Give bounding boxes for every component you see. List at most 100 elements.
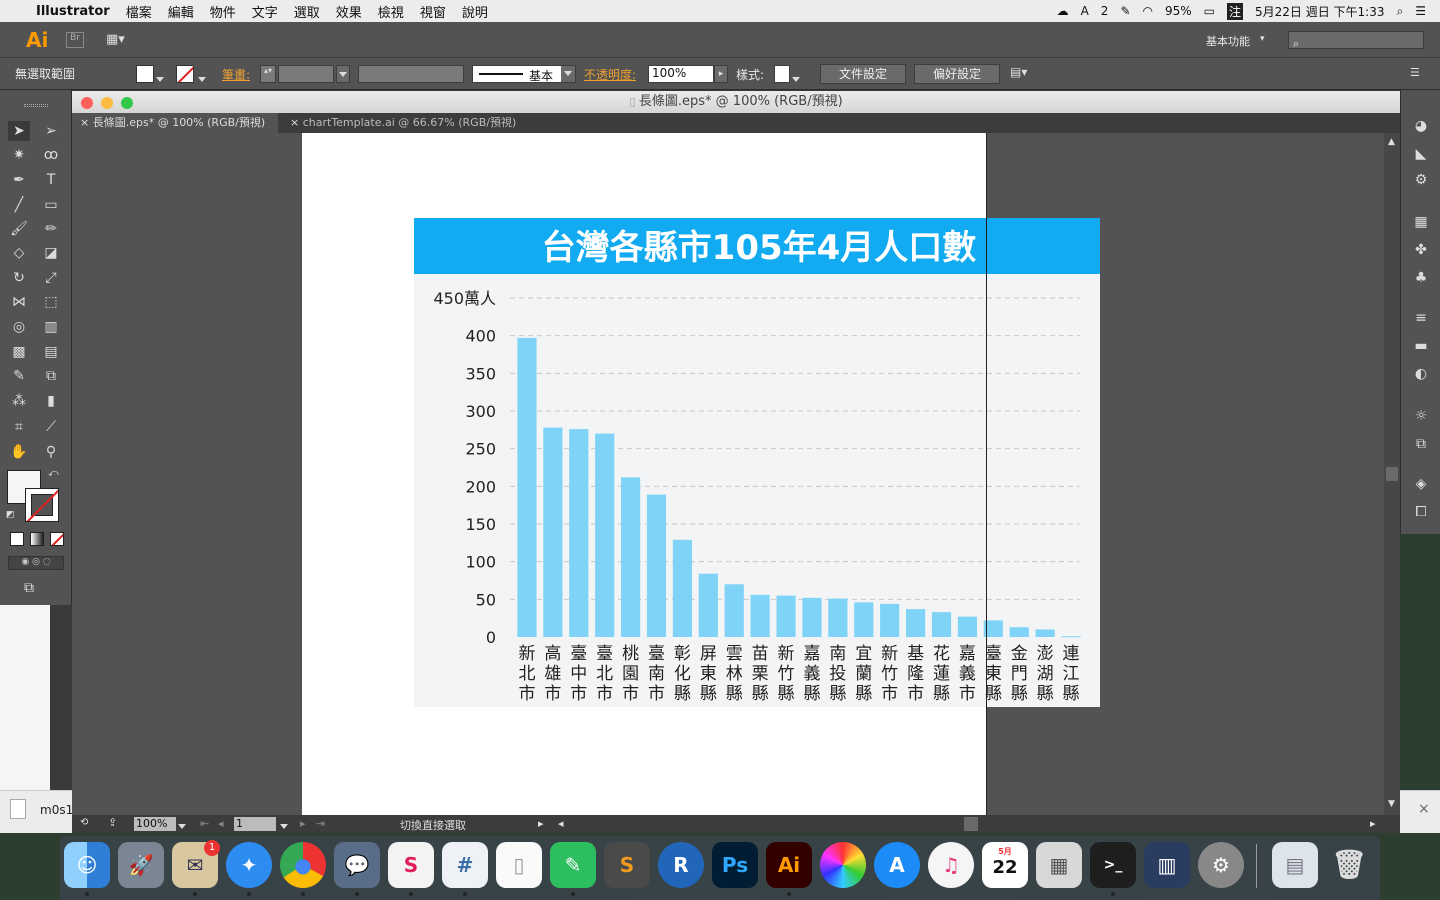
style-dropdown[interactable] — [792, 71, 800, 85]
tab-close-icon[interactable]: × — [290, 116, 299, 129]
tab-bar-chart[interactable]: × 長條圖.eps* @ 100% (RGB/預視) — [72, 113, 278, 133]
selection-tool-icon[interactable]: ➤ — [8, 121, 30, 141]
gradient-tool-icon[interactable]: ▤ — [40, 342, 62, 362]
shape-builder-tool-icon[interactable]: ◎ — [8, 317, 30, 337]
menu-app[interactable]: Illustrator — [36, 4, 110, 19]
rotate-tool-icon[interactable]: ↻ — [8, 268, 30, 288]
recolor-icon[interactable]: ⚙ — [1411, 172, 1431, 190]
stroke-swatch[interactable] — [176, 65, 194, 83]
color-mode-icon[interactable] — [10, 532, 24, 546]
system-preferences-icon[interactable]: ⚙ — [1198, 842, 1244, 888]
bar-chart[interactable]: 台灣各縣市105年4月人口數 0 50 100 150 200 250 300 350 400 45… — [414, 218, 1100, 707]
symbols-icon[interactable]: ♣ — [1411, 270, 1431, 288]
cloud-icon[interactable]: ☁ — [1057, 4, 1069, 18]
fill-swatch[interactable] — [136, 65, 154, 83]
menu-object[interactable]: 物件 — [210, 2, 236, 21]
tools-grip[interactable] — [24, 104, 48, 107]
scroll-down-icon[interactable]: ▼ — [1388, 799, 1395, 809]
minimize-window-button[interactable] — [101, 97, 113, 109]
sublime-icon[interactable]: S — [604, 842, 650, 888]
launchpad-icon[interactable]: 🚀 — [118, 842, 164, 888]
search-icon[interactable]: ⌕ — [1397, 4, 1404, 19]
paintbrush-tool-icon[interactable]: 🖌 — [8, 219, 30, 239]
calculator-icon[interactable]: ▦ — [1036, 842, 1082, 888]
transparency-icon[interactable]: ◐ — [1411, 366, 1431, 384]
textedit-icon[interactable]: ▯ — [496, 842, 542, 888]
layers-icon[interactable]: ◈ — [1411, 476, 1431, 494]
help-search-input[interactable]: ⌕ — [1288, 31, 1424, 50]
terminal-icon[interactable]: >_ — [1090, 842, 1136, 888]
magic-wand-tool-icon[interactable]: ✷ — [8, 145, 30, 165]
swap-colors-icon[interactable]: ⤺ — [48, 468, 59, 479]
eraser-tool-icon[interactable]: ◪ — [40, 243, 62, 263]
menu-edit[interactable]: 編輯 — [168, 2, 194, 21]
menu-type[interactable]: 文字 — [252, 2, 278, 21]
hand-tool-icon[interactable]: ✋ — [8, 442, 30, 462]
line-tool-icon[interactable]: ╱ — [8, 195, 30, 215]
file-icon[interactable] — [10, 799, 26, 819]
canvas[interactable]: 台灣各縣市105年4月人口數 0 50 100 150 200 250 300 350 400 45… — [72, 133, 1384, 815]
prev-artboard-icon[interactable]: ◂ — [218, 817, 224, 830]
app-store-icon[interactable]: A — [874, 842, 920, 888]
first-artboard-icon[interactable]: ⇤ — [200, 817, 209, 830]
default-colors-icon[interactable]: ◩ — [6, 510, 15, 520]
tab-chart-template[interactable]: × chartTemplate.ai @ 66.67% (RGB/預視) — [282, 113, 522, 133]
trash-icon[interactable]: 🗑 — [1326, 842, 1372, 888]
swatches-icon[interactable]: ▦ — [1411, 214, 1431, 232]
zoom-input[interactable]: 100% — [134, 817, 176, 831]
export-icon[interactable]: ⇪ — [108, 816, 117, 829]
width-tool-icon[interactable]: ⋈ — [8, 292, 30, 312]
color-panel-icon[interactable]: ◕ — [1411, 118, 1431, 136]
activity-icon[interactable]: ▥ — [1144, 842, 1190, 888]
close-icon[interactable]: × — [1418, 801, 1430, 817]
menu-select[interactable]: 選取 — [294, 2, 320, 21]
clock[interactable]: 5月22日 週日 下午1:33 — [1255, 3, 1384, 20]
last-artboard-icon[interactable]: ⇥ — [316, 817, 325, 830]
messages-icon[interactable]: 💬 — [334, 842, 380, 888]
list-icon[interactable]: ☰ — [1415, 4, 1426, 18]
bridge-icon[interactable]: Br — [66, 32, 84, 48]
blend-tool-icon[interactable]: ⧉ — [40, 366, 62, 386]
perspective-grid-tool-icon[interactable]: ▥ — [40, 317, 62, 337]
status-message[interactable]: 切換直接選取 — [400, 817, 466, 833]
wifi-icon[interactable]: ◠ — [1143, 4, 1153, 18]
graphic-styles-icon[interactable]: ⧉ — [1411, 436, 1431, 454]
scale-tool-icon[interactable]: ⤢ — [40, 268, 62, 288]
photoshop-icon[interactable]: Ps — [712, 842, 758, 888]
gradient-mode-icon[interactable] — [30, 532, 44, 546]
appearance-icon[interactable]: ☼ — [1411, 408, 1431, 426]
rectangle-tool-icon[interactable]: ▭ — [40, 195, 62, 215]
direct-selection-tool-icon[interactable]: ➢ — [40, 121, 62, 141]
safari-icon[interactable]: ✦ — [226, 842, 272, 888]
artboard-tool-icon[interactable]: ⌗ — [8, 417, 30, 437]
free-transform-tool-icon[interactable]: ⬚ — [40, 292, 62, 312]
artboard-dropdown[interactable] — [280, 819, 288, 832]
variable-width-dropdown[interactable] — [358, 65, 464, 83]
menu-window[interactable]: 視窗 — [420, 2, 446, 21]
color-picker-icon[interactable] — [820, 842, 866, 888]
pen-tool-icon[interactable]: ✒ — [8, 170, 30, 190]
draw-mode-icon[interactable]: ◉ ◎ ◌ — [8, 556, 64, 570]
screen-mode-icon[interactable]: ⧉ — [24, 580, 34, 596]
rotate-view-icon[interactable]: ⟲ — [80, 817, 88, 828]
color-guide-icon[interactable]: ◣ — [1411, 146, 1431, 164]
scroll-up-icon[interactable]: ▲ — [1388, 137, 1395, 147]
hscroll-right-icon[interactable]: ▸ — [1370, 817, 1376, 830]
opacity-arrow[interactable]: ▸ — [714, 65, 728, 83]
stroke-dropdown[interactable] — [198, 71, 206, 85]
shaper-tool-icon[interactable]: ◇ — [8, 243, 30, 263]
mesh-tool-icon[interactable]: ▩ — [8, 342, 30, 362]
battery-icon[interactable]: ▭ — [1204, 4, 1215, 18]
gradient-panel-icon[interactable]: ▬ — [1411, 338, 1431, 356]
menu-file[interactable]: 檔案 — [126, 2, 152, 21]
tab-close-icon[interactable]: × — [80, 116, 89, 129]
evernote-icon[interactable]: ✎ — [1120, 4, 1130, 18]
documents-folder-icon[interactable]: ▤ — [1272, 842, 1318, 888]
evernote-icon[interactable]: ✎ — [550, 842, 596, 888]
vertical-scrollbar[interactable]: ▲ ▼ — [1384, 133, 1400, 815]
stroke-label[interactable]: 筆畫: — [222, 66, 250, 83]
menu-effect[interactable]: 效果 — [336, 2, 362, 21]
zoom-window-button[interactable] — [121, 97, 133, 109]
zoom-dropdown[interactable] — [178, 819, 186, 832]
hscroll-left-icon[interactable]: ◂ — [558, 817, 564, 830]
